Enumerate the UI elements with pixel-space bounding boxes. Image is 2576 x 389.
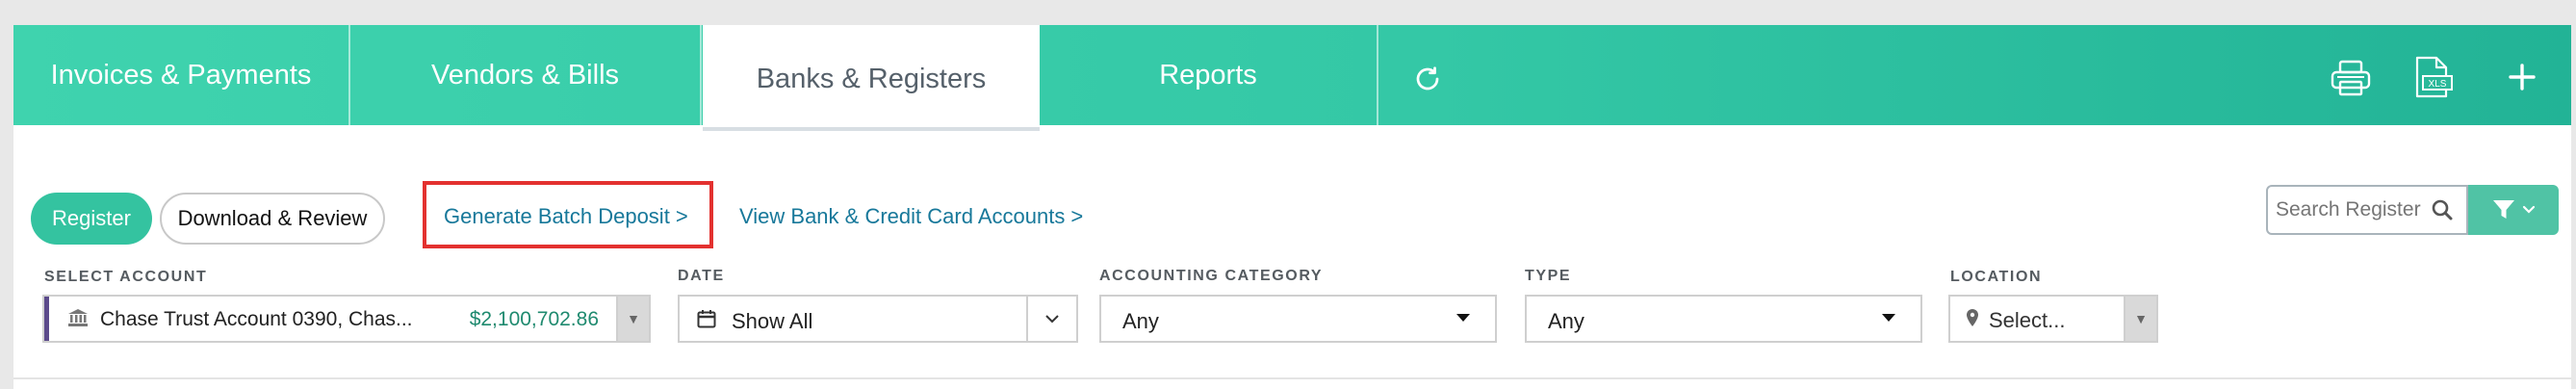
bank-icon <box>67 308 89 333</box>
tab-label: Invoices & Payments <box>50 59 312 91</box>
account-label: SELECT ACCOUNT <box>44 269 208 285</box>
category-label: ACCOUNTING CATEGORY <box>1099 268 1324 284</box>
location-label: LOCATION <box>1950 269 2043 285</box>
caret-down-icon <box>1456 314 1470 322</box>
map-pin-icon <box>1966 308 1979 333</box>
view-accounts-link[interactable]: View Bank & Credit Card Accounts > <box>739 204 1083 229</box>
tab-label: Vendors & Bills <box>430 59 620 91</box>
xls-export-icon[interactable]: XLS <box>2407 52 2460 102</box>
date-value: Show All <box>732 309 813 333</box>
account-value: Chase Trust Account 0390, Chas... <box>100 308 413 330</box>
chevron-down-icon <box>2522 205 2536 214</box>
register-label: Register <box>52 206 131 230</box>
printer-icon[interactable] <box>2324 54 2378 102</box>
accounting-category-select[interactable]: Any <box>1099 295 1497 343</box>
search-box <box>2266 185 2468 235</box>
register-button[interactable]: Register <box>31 193 152 245</box>
search-input[interactable] <box>2268 189 2427 231</box>
account-marker <box>44 297 49 341</box>
download-review-label: Download & Review <box>177 206 368 230</box>
divider <box>13 377 2571 379</box>
calendar-icon <box>697 309 716 334</box>
refresh-icon[interactable] <box>1396 60 1459 98</box>
location-value: Select... <box>1989 308 2066 332</box>
type-value: Any <box>1548 309 1584 333</box>
account-select[interactable]: Chase Trust Account 0390, Chas... $2,100… <box>42 295 651 343</box>
account-dropdown-arrow[interactable]: ▼ <box>616 297 649 341</box>
chevron-down-icon[interactable] <box>1026 297 1076 341</box>
tab-label: Reports <box>1159 59 1257 91</box>
location-dropdown-arrow[interactable]: ▼ <box>2124 297 2156 341</box>
date-select[interactable]: Show All <box>678 295 1078 343</box>
tab-reports[interactable]: Reports <box>1040 25 1378 125</box>
xls-label: XLS <box>2429 79 2447 90</box>
tab-vendors-bills[interactable]: Vendors & Bills <box>350 25 702 125</box>
download-review-button[interactable]: Download & Review <box>160 193 385 245</box>
tab-invoices-payments[interactable]: Invoices & Payments <box>13 25 350 125</box>
filter-button[interactable] <box>2468 185 2559 235</box>
filter-icon <box>2493 200 2514 219</box>
app-frame: Invoices & Payments Vendors & Bills Bank… <box>13 25 2571 389</box>
generate-batch-deposit-link[interactable]: Generate Batch Deposit > <box>444 204 688 229</box>
date-label: DATE <box>678 268 725 284</box>
account-balance: $2,100,702.86 <box>469 308 599 330</box>
tab-label: Banks & Registers <box>756 63 987 94</box>
search-icon[interactable] <box>2431 198 2454 221</box>
tab-banks-registers[interactable]: Banks & Registers <box>703 25 1040 131</box>
location-select[interactable]: Select... ▼ <box>1948 295 2158 343</box>
type-select[interactable]: Any <box>1525 295 1922 343</box>
type-label: TYPE <box>1525 268 1572 284</box>
category-value: Any <box>1122 309 1159 333</box>
caret-down-icon <box>1882 314 1895 322</box>
top-tab-bar: Invoices & Payments Vendors & Bills Bank… <box>13 25 2571 131</box>
plus-icon[interactable] <box>2501 56 2543 98</box>
